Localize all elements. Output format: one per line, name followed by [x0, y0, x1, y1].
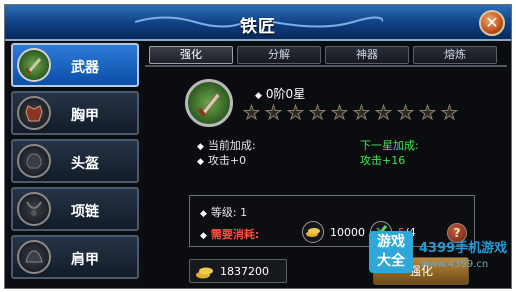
- gold-cost-amount: 10000: [330, 226, 365, 239]
- sidebar-item-shoulder[interactable]: 肩甲: [11, 235, 139, 279]
- required-cost-label: ◆ 需要消耗:: [200, 228, 260, 241]
- chest-armor-icon: [17, 96, 51, 130]
- star-icon: ★: [396, 102, 415, 124]
- sidebar-item-chest[interactable]: 胸甲: [11, 91, 139, 135]
- equipment-sidebar: 武器 胸甲 头盔 项链 肩甲: [11, 43, 141, 288]
- star-icon: ★: [286, 102, 305, 124]
- star-icon: ★: [440, 102, 459, 124]
- blacksmith-window: 铁匠 ✕ 武器 胸甲 头盔 项链 肩甲 强化 分解 神器 熔炼 ◆ 0阶0星 ★…: [4, 4, 512, 289]
- right-ornament-icon: [273, 16, 383, 28]
- helmet-icon: [17, 144, 51, 178]
- title-bar: 铁匠 ✕: [5, 5, 511, 41]
- bullet-icon: ◆: [200, 209, 207, 219]
- watermark: 游戏 大全 4399手机游戏 www.4399.cn: [365, 231, 508, 281]
- watermark-brand: 4399手机游戏: [419, 241, 508, 256]
- current-bonus-value: ◆ 攻击+0: [197, 154, 247, 167]
- window-title: 铁匠: [240, 17, 276, 37]
- tab-decompose[interactable]: 分解: [237, 46, 321, 64]
- sidebar-item-necklace[interactable]: 项链: [11, 187, 139, 231]
- sword-icon: [197, 92, 221, 118]
- tab-smelt[interactable]: 熔炼: [413, 46, 497, 64]
- next-bonus-label: 下一星加成:: [360, 139, 419, 152]
- watermark-logo: 游戏 大全: [369, 231, 413, 273]
- close-icon: ✕: [485, 13, 499, 32]
- sidebar-item-label: 武器: [71, 60, 99, 76]
- gold-coin-icon: [302, 221, 324, 243]
- sidebar-item-helmet[interactable]: 头盔: [11, 139, 139, 183]
- star-icon: ★: [374, 102, 393, 124]
- current-bonus-label: ◆ 当前加成:: [197, 139, 256, 152]
- close-button[interactable]: ✕: [479, 10, 505, 36]
- stage-text: 0阶0星: [265, 87, 306, 101]
- selected-weapon-slot[interactable]: [185, 79, 233, 127]
- player-gold-amount: 1837200: [220, 265, 269, 278]
- sidebar-item-weapon[interactable]: 武器: [11, 43, 139, 87]
- star-icon: ★: [352, 102, 371, 124]
- tab-artifact[interactable]: 神器: [325, 46, 409, 64]
- sidebar-item-label: 头盔: [71, 156, 99, 172]
- next-bonus-value: 攻击+16: [360, 154, 406, 167]
- star-icon: ★: [242, 102, 261, 124]
- star-icon: ★: [330, 102, 349, 124]
- sidebar-item-label: 胸甲: [71, 108, 99, 124]
- bullet-icon: ◆: [197, 142, 204, 152]
- sword-icon: [17, 48, 51, 82]
- star-icon: ★: [418, 102, 437, 124]
- tab-divider: [145, 65, 507, 67]
- star-icon: ★: [264, 102, 283, 124]
- star-icon: ★: [308, 102, 327, 124]
- gold-coin-icon: [196, 267, 213, 279]
- player-gold: 1837200: [189, 259, 287, 283]
- bullet-icon: ◆: [200, 231, 207, 241]
- sidebar-item-label: 肩甲: [71, 252, 99, 268]
- enhance-stage: ◆ 0阶0星: [255, 85, 305, 102]
- level-text: ◆ 等级: 1: [200, 206, 248, 219]
- tab-enhance[interactable]: 强化: [149, 46, 233, 64]
- bullet-icon: ◆: [255, 91, 262, 101]
- necklace-icon: [17, 192, 51, 226]
- sidebar-item-label: 项链: [71, 204, 99, 220]
- shoulder-armor-icon: [17, 240, 51, 274]
- bullet-icon: ◆: [197, 157, 204, 167]
- watermark-url: www.4399.cn: [421, 259, 489, 270]
